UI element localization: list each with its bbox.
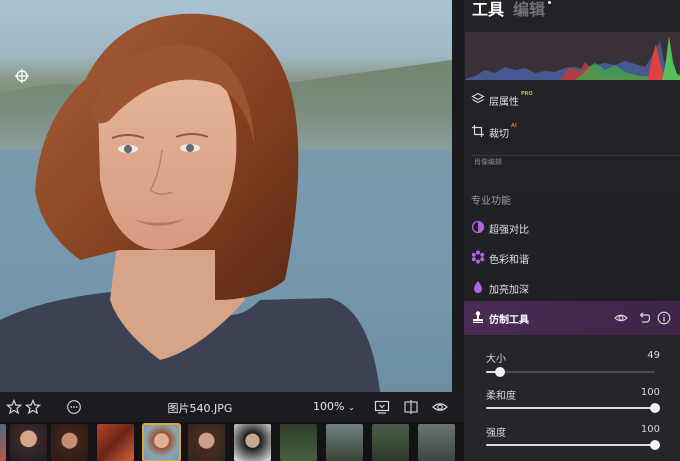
layers-icon	[471, 92, 485, 104]
thumbnail[interactable]	[188, 424, 225, 461]
size-slider[interactable]	[486, 367, 655, 377]
thumbnail[interactable]	[418, 424, 455, 461]
slider-fill	[486, 407, 655, 409]
thumbnail[interactable]	[97, 424, 134, 461]
crop-icon	[472, 125, 484, 137]
compare-view-icon[interactable]	[374, 399, 390, 415]
histogram	[465, 32, 680, 80]
thumbnail[interactable]	[10, 424, 47, 461]
clone-tool-settings: 大小 49 柔和度 100 强度 100	[464, 335, 680, 461]
softness-value: 100	[640, 387, 660, 398]
filmstrip	[0, 422, 464, 461]
eye-icon[interactable]	[432, 399, 448, 415]
panel-item-label: 裁切	[489, 129, 509, 140]
thumbnail[interactable]	[51, 424, 88, 461]
portrait-photo	[0, 13, 452, 392]
chevron-down-icon: ⌄	[347, 403, 355, 412]
section-heading: 专业功能	[471, 196, 511, 207]
thumbnail[interactable]	[280, 424, 317, 461]
dodge-burn-icon	[474, 281, 482, 293]
slider-handle[interactable]	[494, 367, 505, 377]
eye-icon[interactable]	[614, 311, 628, 325]
zoom-level-dropdown[interactable]: 100% ⌄	[313, 400, 355, 413]
tool-label: 加亮加深	[489, 285, 529, 296]
thumbnail-selected[interactable]	[142, 423, 181, 461]
tools-panel: 工具 编辑 层属性 PRO 裁切 AI 肖像编辑 专业功能 超强对比 色彩和谐 …	[464, 0, 680, 461]
tool-clone-stamp-active[interactable]: 仿制工具	[464, 301, 680, 335]
tool-super-contrast[interactable]: 超强对比	[464, 216, 680, 240]
file-name: 图片540.JPG	[167, 402, 233, 415]
slider-handle[interactable]	[650, 403, 660, 413]
slider-handle[interactable]	[650, 440, 660, 450]
tool-label: 色彩和谐	[489, 255, 529, 266]
color-harmony-icon	[471, 250, 485, 264]
thumbnail[interactable]	[372, 424, 409, 461]
bottom-toolbar: 图片540.JPG 100% ⌄	[0, 392, 464, 422]
size-value: 49	[647, 350, 660, 361]
slider-fill	[486, 444, 655, 446]
divider	[471, 155, 680, 156]
image-canvas[interactable]	[0, 0, 452, 392]
clone-stamp-icon	[473, 311, 483, 323]
split-view-icon[interactable]	[403, 399, 419, 415]
star-outline-icon[interactable]	[6, 399, 22, 415]
zoom-value: 100%	[313, 400, 345, 413]
softness-label: 柔和度	[486, 391, 516, 402]
crosshair-icon[interactable]	[14, 68, 30, 84]
more-options-icon[interactable]	[66, 399, 82, 415]
info-icon[interactable]	[657, 311, 671, 325]
contrast-icon	[471, 220, 485, 234]
star-outline-icon[interactable]	[25, 399, 41, 415]
tab-edit[interactable]: 编辑	[513, 0, 545, 20]
tool-dodge-burn[interactable]: 加亮加深	[464, 276, 680, 300]
tool-label: 超强对比	[489, 225, 529, 236]
thumbnail[interactable]	[0, 424, 6, 461]
size-label: 大小	[486, 354, 506, 365]
softness-slider[interactable]	[486, 403, 660, 413]
notification-dot	[548, 1, 551, 4]
partial-panel-item-label: 肖像编辑	[474, 158, 502, 166]
undo-icon[interactable]	[637, 311, 651, 325]
panel-item-label: 层属性	[489, 97, 519, 108]
strength-value: 100	[640, 424, 660, 435]
panel-item-crop[interactable]: 裁切 AI	[464, 120, 680, 144]
ai-badge: AI	[511, 123, 517, 129]
panel-item-layer-properties[interactable]: 层属性 PRO	[464, 88, 680, 112]
tab-tools[interactable]: 工具	[472, 0, 504, 20]
strength-label: 强度	[486, 428, 506, 439]
pro-badge: PRO	[521, 91, 533, 97]
strength-slider[interactable]	[486, 440, 660, 450]
thumbnail[interactable]	[234, 424, 271, 461]
tool-color-harmony[interactable]: 色彩和谐	[464, 246, 680, 270]
thumbnail[interactable]	[326, 424, 363, 461]
tool-label: 仿制工具	[489, 315, 529, 326]
